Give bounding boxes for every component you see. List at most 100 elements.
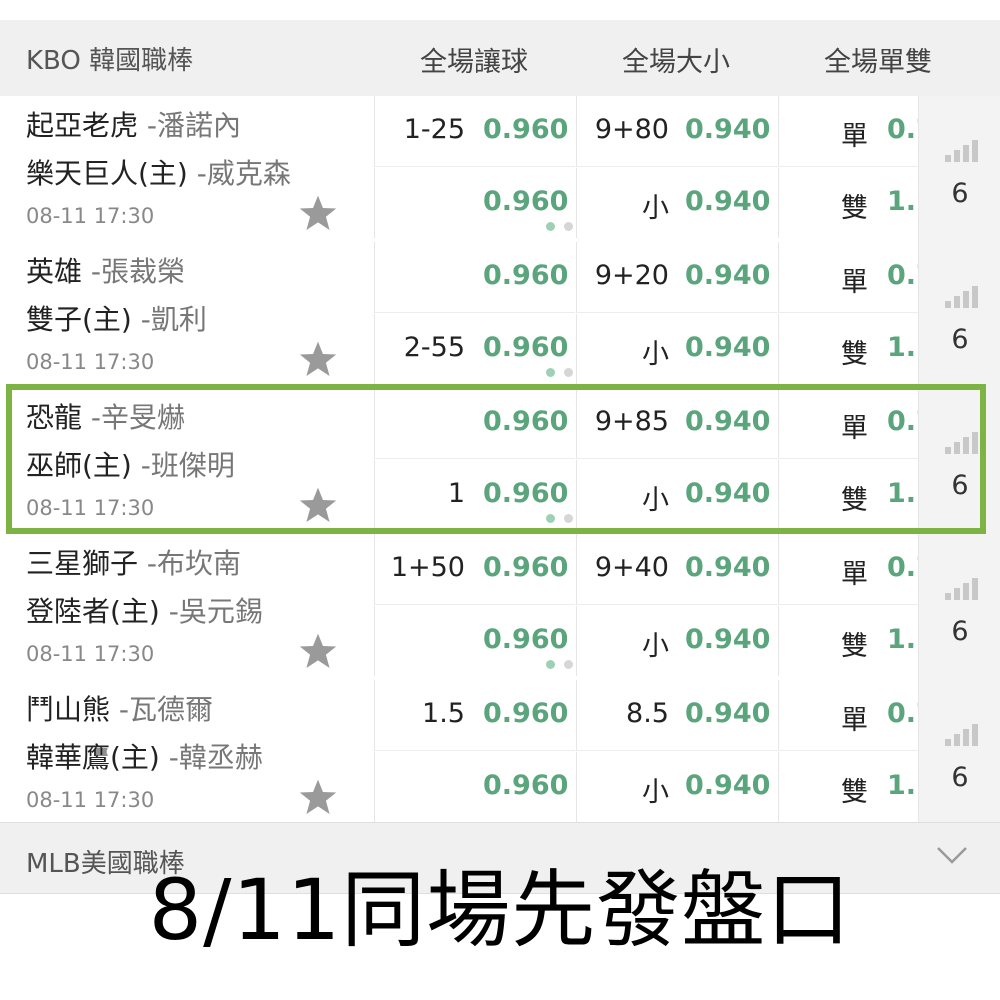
even-cell[interactable]: 雙 1.2: [778, 752, 919, 822]
starting-pitcher: -吳元錫: [159, 595, 263, 628]
away-team[interactable]: 恐龍 -辛旻爀: [26, 396, 185, 436]
even-label: 雙: [841, 339, 868, 370]
odd-cell[interactable]: 單 0.7: [778, 96, 919, 167]
team-name: 英雄: [26, 255, 83, 288]
odds-value: 0.940: [685, 114, 771, 145]
away-team[interactable]: 三星獅子 -布坎南: [26, 542, 241, 582]
under-label: 小: [642, 631, 669, 662]
odds-value: 0.960: [483, 260, 569, 291]
home-team[interactable]: 登陸者(主) -吳元錫: [26, 590, 263, 630]
page-dots: [546, 514, 576, 524]
home-team[interactable]: 雙子(主) -凱利: [26, 298, 207, 338]
odds-value: 1.2: [887, 186, 919, 217]
market-count: 6: [951, 178, 969, 209]
odd-label: 單: [841, 121, 868, 152]
signal-bars-icon: [945, 724, 979, 746]
home-team[interactable]: 樂天巨人(主) -威克森: [26, 152, 291, 192]
starting-pitcher: -韓丞赫: [159, 741, 263, 774]
odds-value: 0.7: [887, 114, 919, 145]
more-markets-button[interactable]: 6: [918, 534, 1000, 680]
market-count: 6: [951, 470, 969, 501]
handicap-home-cell[interactable]: 0.960: [374, 752, 575, 822]
handicap-away-cell[interactable]: 0.960: [374, 242, 575, 313]
odd-cell[interactable]: 單 0.7: [778, 680, 919, 751]
over-cell[interactable]: 8.5 0.940: [576, 680, 777, 751]
handicap-line: 1-25: [403, 114, 465, 145]
handicap-away-cell[interactable]: 1+50 0.960: [374, 534, 575, 605]
odd-label: 單: [841, 705, 868, 736]
star-icon[interactable]: [298, 486, 338, 524]
star-icon[interactable]: [298, 632, 338, 670]
odd-cell[interactable]: 單 0.7: [778, 534, 919, 605]
more-markets-button[interactable]: 6: [918, 242, 1000, 388]
team-name: 韓華鷹(主): [26, 741, 160, 774]
handicap-home-cell[interactable]: 0.960: [374, 606, 575, 676]
even-cell[interactable]: 雙 1.2: [778, 606, 919, 676]
home-team[interactable]: 韓華鷹(主) -韓丞赫: [26, 736, 263, 776]
odds-value: 0.960: [483, 332, 569, 363]
odd-label: 單: [841, 413, 868, 444]
home-team[interactable]: 巫師(主) -班傑明: [26, 444, 235, 484]
match-time: 08-11 17:30: [26, 204, 155, 228]
column-header-oddeven: 全場單雙: [824, 47, 932, 78]
star-icon[interactable]: [298, 778, 338, 816]
handicap-away-cell[interactable]: 1-25 0.960: [374, 96, 575, 167]
starting-pitcher: -班傑明: [131, 449, 235, 482]
signal-bars-icon: [945, 286, 979, 308]
over-cell[interactable]: 9+80 0.940: [576, 96, 777, 167]
away-team[interactable]: 鬥山熊 -瓦德爾: [26, 688, 213, 728]
more-markets-button[interactable]: 6: [918, 96, 1000, 242]
match-row: 恐龍 -辛旻爀 巫師(主) -班傑明 08-11 17:30 0.960 1 0.…: [0, 388, 1000, 535]
handicap-home-cell[interactable]: 1 0.960: [374, 460, 575, 530]
odd-cell[interactable]: 單 0.7: [778, 242, 919, 313]
handicap-away-cell[interactable]: 1.5 0.960: [374, 680, 575, 751]
under-label: 小: [642, 193, 669, 224]
odds-value: 0.940: [685, 552, 771, 583]
more-markets-button[interactable]: 6: [918, 388, 1000, 534]
odds-value: 0.7: [887, 698, 919, 729]
handicap-home-cell[interactable]: 2-55 0.960: [374, 314, 575, 384]
team-name: 樂天巨人(主): [26, 157, 188, 190]
team-name: 恐龍: [26, 401, 83, 434]
odds-value: 0.940: [685, 770, 771, 801]
match-row: 起亞老虎 -潘諾內 樂天巨人(主) -威克森 08-11 17:30 1-25 0…: [0, 96, 1000, 243]
match-row: 鬥山熊 -瓦德爾 韓華鷹(主) -韓丞赫 08-11 17:30 1.5 0.96…: [0, 680, 1000, 827]
under-cell[interactable]: 小 0.940: [576, 752, 777, 822]
more-markets-button[interactable]: 6: [918, 680, 1000, 826]
even-cell[interactable]: 雙 1.2: [778, 168, 919, 238]
under-cell[interactable]: 小 0.940: [576, 168, 777, 238]
star-icon[interactable]: [298, 340, 338, 378]
team-name: 雙子(主): [26, 303, 132, 336]
signal-bars-icon: [945, 432, 979, 454]
market-count: 6: [951, 616, 969, 647]
over-cell[interactable]: 9+20 0.940: [576, 242, 777, 313]
under-cell[interactable]: 小 0.940: [576, 606, 777, 676]
over-cell[interactable]: 9+85 0.940: [576, 388, 777, 459]
odds-value: 0.940: [685, 624, 771, 655]
starting-pitcher: -張裁榮: [82, 255, 186, 288]
star-icon[interactable]: [298, 194, 338, 232]
match-row: 三星獅子 -布坎南 登陸者(主) -吳元錫 08-11 17:30 1+50 0.…: [0, 534, 1000, 681]
odd-cell[interactable]: 單 0.7: [778, 388, 919, 459]
match-time: 08-11 17:30: [26, 350, 155, 374]
league-title: KBO 韓國職棒: [26, 46, 194, 76]
page-dots: [546, 368, 576, 378]
caption-overlay: 8/11同場先發盤口: [148, 861, 852, 959]
odds-value: 1.2: [887, 770, 919, 801]
under-cell[interactable]: 小 0.940: [576, 460, 777, 530]
even-cell[interactable]: 雙 1.2: [778, 314, 919, 384]
odds-value: 0.960: [483, 406, 569, 437]
over-cell[interactable]: 9+40 0.940: [576, 534, 777, 605]
handicap-line: 1.5: [422, 698, 465, 729]
away-team[interactable]: 英雄 -張裁榮: [26, 250, 185, 290]
handicap-home-cell[interactable]: 0.960: [374, 168, 575, 238]
league-header-kbo[interactable]: KBO 韓國職棒 全場讓球 全場大小 全場單雙: [0, 20, 1000, 97]
team-name: 三星獅子: [26, 547, 139, 580]
total-line: 9+20: [594, 260, 669, 291]
odds-value: 0.960: [483, 624, 569, 655]
starting-pitcher: -凱利: [131, 303, 207, 336]
under-cell[interactable]: 小 0.940: [576, 314, 777, 384]
handicap-away-cell[interactable]: 0.960: [374, 388, 575, 459]
away-team[interactable]: 起亞老虎 -潘諾內: [26, 104, 241, 144]
even-cell[interactable]: 雙 1.2: [778, 460, 919, 530]
